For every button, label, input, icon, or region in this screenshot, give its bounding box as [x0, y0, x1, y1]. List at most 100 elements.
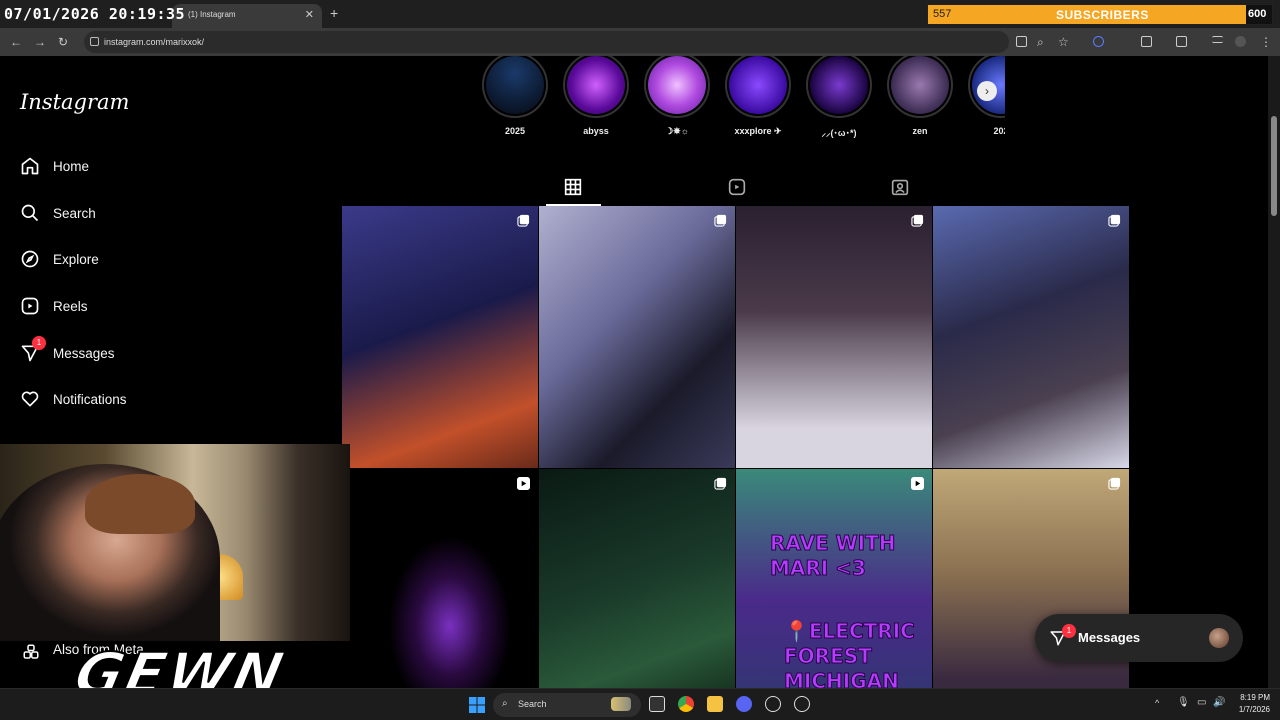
page-scrollbar[interactable] — [1268, 56, 1280, 688]
messages-pill-badge: 1 — [1062, 624, 1076, 638]
nav-notifications-label: Notifications — [53, 391, 127, 407]
post-tile[interactable]: RAVE WITH MARI <3 📍ELECTRIC FOREST MICHI… — [736, 469, 932, 688]
highlight-item[interactable]: abyss — [561, 56, 631, 136]
zoom-icon[interactable]: ⌕ — [1037, 35, 1044, 50]
subscriber-count: 557 — [933, 8, 952, 20]
heart-icon — [21, 391, 39, 407]
nav-reels[interactable]: Reels — [20, 291, 88, 321]
instagram-logo[interactable]: Instagram — [20, 90, 129, 114]
reload-icon[interactable]: ↻ — [58, 35, 68, 49]
highlights-next-button[interactable]: › — [977, 81, 997, 101]
weather-widget-icon[interactable] — [611, 697, 631, 711]
taskbar-search[interactable]: ⌕ Search — [493, 693, 641, 717]
network-icon[interactable]: ▭ — [1197, 697, 1206, 708]
highlight-cover — [891, 56, 949, 114]
nav-home[interactable]: Home — [20, 151, 89, 181]
carousel-icon — [1108, 477, 1121, 490]
highlight-item[interactable]: xxxplore ✈ — [723, 56, 793, 137]
streamer-hair — [85, 474, 195, 534]
new-tab-icon[interactable]: + — [330, 5, 338, 21]
taskbar-clock[interactable]: 8:19 PM 1/7/2026 — [1239, 692, 1270, 716]
cast-icon[interactable] — [1016, 36, 1027, 47]
post-tile[interactable] — [736, 206, 932, 468]
scrollbar-thumb[interactable] — [1271, 116, 1277, 216]
highlight-cover — [648, 56, 706, 114]
nav-search[interactable]: Search — [20, 198, 96, 228]
nav-explore-label: Explore — [53, 251, 99, 267]
post-tile[interactable] — [342, 469, 538, 688]
meta-apps-icon — [23, 644, 39, 659]
post-caption-bottom: 📍ELECTRIC FOREST MICHIGAN — [784, 619, 916, 689]
nav-notifications[interactable]: Notifications — [20, 384, 127, 414]
highlight-item[interactable]: 2025 — [480, 56, 550, 136]
carousel-icon — [911, 214, 924, 227]
highlight-ring — [806, 56, 872, 118]
posts-grid: RAVE WITH MARI <3 📍ELECTRIC FOREST MICHI… — [342, 206, 1131, 688]
profile-tabs — [342, 168, 1131, 206]
address-bar[interactable]: instagram.com/marixxok/ — [84, 31, 1009, 53]
nav-explore[interactable]: Explore — [20, 244, 99, 274]
tab-close-icon[interactable]: ✕ — [305, 8, 314, 21]
compass-icon — [21, 250, 39, 268]
highlight-label: zen — [912, 126, 928, 136]
nav-messages[interactable]: 1 Messages — [20, 336, 115, 368]
reel-icon — [517, 477, 530, 490]
highlight-cover — [729, 56, 787, 114]
bookmark-star-icon[interactable]: ☆ — [1058, 35, 1069, 49]
extensions-puzzle-icon[interactable] — [1141, 36, 1152, 47]
highlight-label: 202 — [993, 126, 1005, 136]
chevron-up-icon[interactable]: ^ — [1155, 698, 1159, 708]
extension-shield-icon[interactable] — [1093, 36, 1104, 47]
task-view-icon[interactable] — [649, 696, 665, 712]
tagged-icon[interactable] — [889, 176, 911, 198]
forward-icon[interactable]: → — [34, 35, 46, 49]
obs-icon[interactable] — [765, 696, 781, 712]
nav-messages-label: Messages — [53, 345, 115, 361]
file-explorer-icon[interactable] — [707, 696, 723, 712]
highlight-ring — [482, 56, 548, 118]
post-tile[interactable] — [342, 206, 538, 468]
discord-icon[interactable] — [736, 696, 752, 712]
browser-menu-icon[interactable]: ⋮ — [1260, 35, 1272, 49]
highlight-cover — [486, 56, 544, 114]
messages-floating-button[interactable]: 1 Messages — [1035, 614, 1243, 662]
subscriber-goal: 600 — [1246, 5, 1272, 24]
carousel-icon — [517, 214, 530, 227]
browser-toolbar: ← → ↻ instagram.com/marixxok/ ⌕ ☆ ⋮ — [0, 28, 1280, 56]
messages-badge: 1 — [32, 336, 46, 350]
post-tile[interactable] — [933, 206, 1129, 468]
windows-start-icon[interactable] — [469, 697, 485, 713]
url-text: instagram.com/marixxok/ — [104, 37, 205, 47]
reels-tab-icon[interactable] — [726, 176, 748, 198]
back-icon[interactable]: ← — [10, 35, 22, 49]
highlight-item[interactable]: ☽✵☼ — [642, 56, 712, 137]
clock-app-icon[interactable] — [794, 696, 810, 712]
browser-tab-instagram[interactable]: (1) Instagram ✕ — [172, 4, 322, 28]
highlight-item[interactable]: ⸝⸝(･ω･*) — [804, 56, 874, 139]
highlight-label: ⸝⸝(･ω･*) — [821, 128, 857, 138]
grid-icon[interactable] — [562, 176, 584, 198]
stream-clock-overlay: 07/01/2026 20:19:35 — [4, 5, 186, 23]
sidebar-icon[interactable] — [1176, 36, 1187, 47]
browser-tab-bar: (1) Instagram ✕ + 07/01/2026 20:19:35 55… — [0, 0, 1280, 28]
post-tile[interactable] — [539, 206, 735, 468]
chrome-icon[interactable] — [678, 696, 694, 712]
highlight-cover — [810, 56, 868, 114]
nav-reels-label: Reels — [53, 298, 88, 314]
reading-list-icon[interactable] — [1212, 36, 1223, 43]
post-tile[interactable] — [539, 469, 735, 688]
site-info-icon[interactable] — [90, 37, 99, 46]
carousel-icon — [1108, 214, 1121, 227]
nav-home-label: Home — [53, 158, 90, 174]
highlight-ring — [644, 56, 710, 118]
highlight-cover — [567, 56, 625, 114]
volume-icon[interactable]: 🔊 — [1213, 697, 1225, 708]
profile-avatar-icon[interactable] — [1235, 36, 1246, 47]
highlight-label: 2025 — [504, 126, 526, 136]
windows-taskbar: ⌕ Search ^ 🎙 ▭ 🔊 8:19 PM 1/7/2026 — [0, 688, 1280, 720]
taskbar-date: 1/7/2026 — [1238, 705, 1270, 714]
microphone-icon[interactable]: 🎙 — [1177, 697, 1190, 708]
search-icon — [21, 204, 39, 222]
highlight-item[interactable]: zen — [885, 56, 955, 136]
subscriber-label: SUBSCRIBERS — [1056, 8, 1149, 22]
